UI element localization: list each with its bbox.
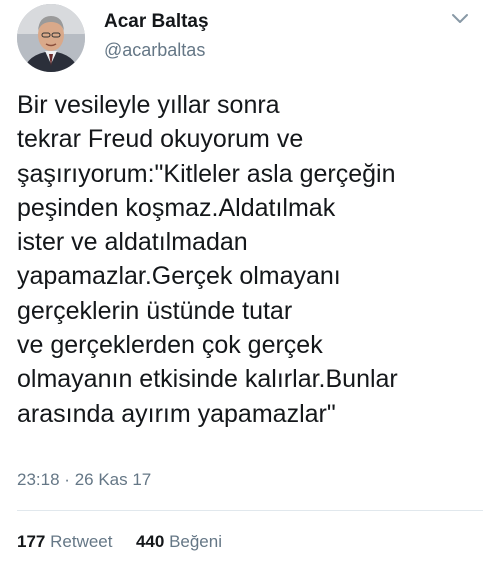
- tweet-time: 23:18: [17, 470, 60, 489]
- tweet-text-line: peşinden koşmaz.Aldatılmak: [17, 193, 336, 222]
- author-name[interactable]: Acar Baltaş: [104, 11, 209, 33]
- tweet-text-line: ister ve aldatılmadan: [17, 228, 248, 257]
- divider: [17, 510, 483, 511]
- retweet-label: Retweet: [50, 532, 113, 551]
- author-handle[interactable]: @acarbaltas: [104, 40, 205, 61]
- tweet-text-line: olmayanın etkisinde kalırlar.Bunlar: [17, 365, 398, 394]
- like-stat[interactable]: 440 Beğeni: [136, 532, 222, 551]
- like-label: Beğeni: [169, 532, 222, 551]
- tweet-text-line: tekrar Freud okuyorum ve: [17, 125, 304, 154]
- chevron-down-icon[interactable]: [450, 12, 470, 26]
- tweet-text-line: gerçeklerin üstünde tutar: [17, 296, 293, 325]
- tweet-text-line: şaşırıyorum:"Kitleler asla gerçeğin: [17, 159, 396, 188]
- tweet-timestamp[interactable]: 23:18 · 26 Kas 17: [17, 470, 151, 490]
- tweet-stats: 177 Retweet 440 Beğeni: [17, 532, 222, 552]
- avatar[interactable]: [17, 4, 85, 72]
- timestamp-separator: ·: [64, 470, 70, 489]
- profile-photo: [17, 4, 85, 72]
- like-count: 440: [135, 532, 165, 551]
- tweet-date: 26 Kas 17: [74, 470, 152, 489]
- retweet-count: 177: [17, 532, 46, 551]
- tweet-text-line: arasında ayırım yapamazlar": [17, 399, 336, 428]
- tweet-text-line: ve gerçeklerden çok gerçek: [17, 331, 323, 360]
- retweet-stat[interactable]: 177 Retweet: [17, 532, 117, 551]
- tweet-text-line: yapamazlar.Gerçek olmayanı: [17, 262, 341, 291]
- tweet-text: Bir vesileyle yıllar sonra tekrar Freud …: [17, 88, 477, 431]
- tweet-text-line: Bir vesileyle yıllar sonra: [17, 91, 280, 119]
